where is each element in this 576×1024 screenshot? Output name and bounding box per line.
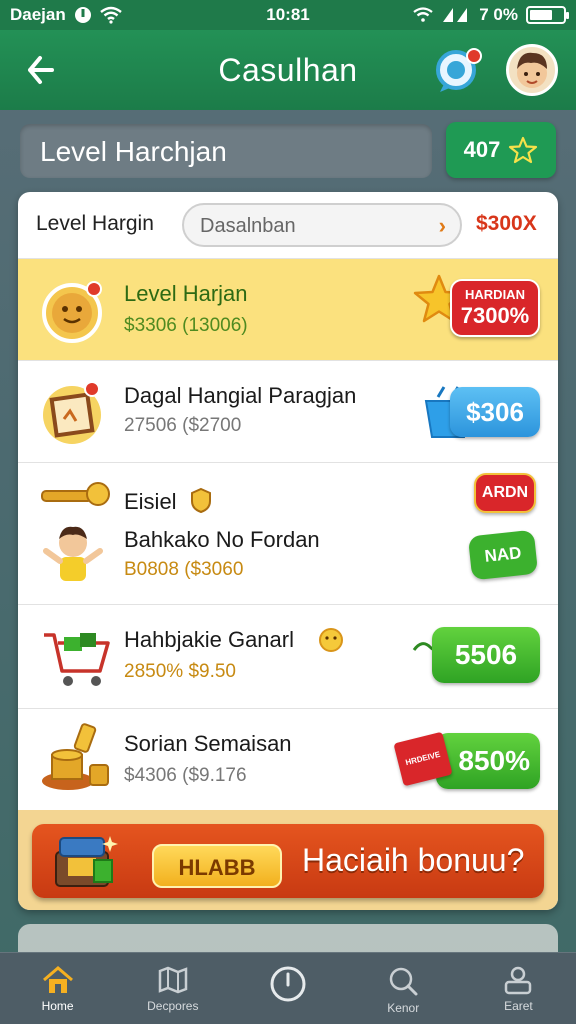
coin-stack-icon xyxy=(42,723,109,790)
coins-count: 407 xyxy=(463,137,501,162)
list-item-eyebrow: Eisiel xyxy=(124,489,177,514)
search-icon xyxy=(389,967,418,996)
picture-frame-icon xyxy=(43,381,101,444)
list-item-subtitle: 27506 ($2700 xyxy=(124,415,242,436)
nav-item-kenor[interactable]: Kenor xyxy=(346,953,461,1024)
list-item-title: Hahbjakie Ganarl xyxy=(124,627,294,652)
key-icon xyxy=(41,482,110,506)
wifi-icon xyxy=(99,6,122,24)
clock-icon xyxy=(270,966,306,1002)
battery-icon xyxy=(526,6,569,24)
list-item-subtitle: B0808 ($3060 xyxy=(124,559,244,580)
list-item-title: Sorian Semaisan xyxy=(124,731,292,756)
card-header: Level Hargin Dasalnban › $300X xyxy=(18,192,558,258)
list-item-title: Bahkako No Fordan xyxy=(124,527,320,552)
card-search-value: Dasalnban xyxy=(200,215,296,237)
kid-character-icon xyxy=(43,526,103,581)
signal-icon xyxy=(443,8,468,22)
shopping-cart-icon xyxy=(44,633,110,686)
treasure-chest-icon xyxy=(55,836,118,887)
page-title: Casulhan xyxy=(218,52,358,88)
smiley-icon xyxy=(319,628,343,652)
shield-icon xyxy=(191,487,211,513)
nav-label: Decpores xyxy=(147,999,199,1013)
card-search-input[interactable]: Dasalnban › xyxy=(182,203,462,247)
app-bar: Casulhan xyxy=(0,30,576,110)
do-not-disturb-icon xyxy=(74,7,91,23)
wifi-icon xyxy=(413,7,433,22)
price-badge[interactable]: 850% xyxy=(436,733,540,789)
tag-badge[interactable]: ARDN xyxy=(474,473,536,513)
list-item-subtitle: $3306 (13006) xyxy=(124,315,248,336)
list-item[interactable]: Hahbjakie Ganarl 2850% $9.50 5506 xyxy=(18,604,558,708)
chevron-right-icon[interactable]: › xyxy=(439,213,446,239)
list-item-subtitle: 2850% $9.50 xyxy=(124,661,236,682)
level-search-text: Level Harchjan xyxy=(40,136,227,167)
list-item[interactable]: Eisiel Bahkako No Fordan B0808 ($3060 AR… xyxy=(18,462,558,604)
nav-item-decpores[interactable]: Decpores xyxy=(115,953,230,1024)
battery-percent: 7 0% xyxy=(479,5,518,24)
nav-item-clock[interactable] xyxy=(230,953,345,1024)
avatar-face-icon xyxy=(517,52,547,88)
bonus-button[interactable]: HLABB Haciaih bonuu? xyxy=(32,824,544,898)
list-item[interactable]: Level Harjan $3306 (13006) HARDIAN 7300% xyxy=(18,258,558,360)
promo-banner: HLABB Haciaih bonuu? xyxy=(18,810,558,910)
nav-label: Kenor xyxy=(387,1001,420,1015)
carrier-label: Daejan xyxy=(10,5,66,24)
badge-value: 7300% xyxy=(460,303,530,328)
card-header-label: Level Hargin xyxy=(36,212,154,235)
promo-tag: HLABB xyxy=(152,844,282,888)
star-icon xyxy=(509,136,538,164)
discount-badge[interactable]: HARDIAN 7300% xyxy=(450,279,540,337)
nav-item-home[interactable]: Home xyxy=(0,953,115,1024)
list-item-subtitle: $4306 ($9.176 xyxy=(124,765,247,786)
cookie-face-icon xyxy=(42,281,102,343)
profile-icon xyxy=(505,966,532,995)
badge-caption: HARDIAN xyxy=(465,287,525,302)
battery-level-fill xyxy=(530,10,553,20)
map-icon xyxy=(158,966,188,994)
price-badge[interactable]: 5506 xyxy=(432,627,540,683)
promo-text: Haciaih bonuu? xyxy=(302,842,525,878)
chat-icon[interactable] xyxy=(434,46,484,94)
home-icon xyxy=(42,966,73,993)
nav-item-earet[interactable]: Earet xyxy=(461,953,576,1024)
avatar[interactable] xyxy=(506,44,558,96)
price-badge[interactable]: $306 xyxy=(450,387,540,437)
nav-label: Home xyxy=(41,999,74,1013)
header-price: $300X xyxy=(476,212,537,235)
list-item[interactable]: Sorian Semaisan $4306 ($9.176 850% HRDEI… xyxy=(18,708,558,810)
nav-label: Earet xyxy=(504,999,533,1013)
tag-badge[interactable]: NAD xyxy=(467,529,539,581)
coins-badge[interactable]: 407 xyxy=(446,122,556,178)
offers-card: Level Hargin Dasalnban › $300X Level Har… xyxy=(18,192,558,910)
bottom-nav: Home Decpores Kenor Earet xyxy=(0,952,576,1024)
level-search-bar[interactable]: Level Harchjan xyxy=(20,124,432,178)
list-item-title: Level Harjan xyxy=(124,281,248,306)
list-item[interactable]: Dagal Hangial Paragjan 27506 ($2700 $306 xyxy=(18,360,558,462)
list-item-title: Dagal Hangial Paragjan xyxy=(124,383,357,408)
status-bar: Daejan 10:81 7 0% xyxy=(0,0,576,30)
